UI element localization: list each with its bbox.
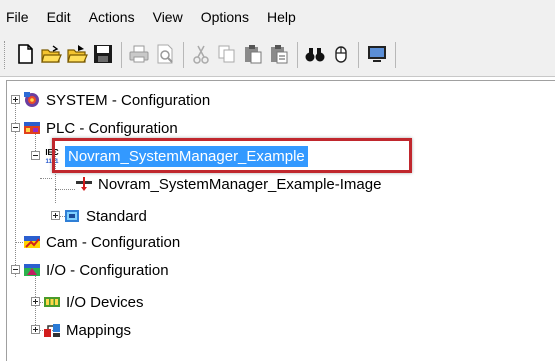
save-icon[interactable] — [92, 43, 114, 65]
tree-node-label: Novram_SystemManager_Example-Image — [98, 175, 382, 193]
toolbar-separator — [183, 42, 184, 68]
io-config-icon — [23, 261, 41, 279]
tree-node-label: I/O Devices — [66, 293, 144, 311]
mouse-icon[interactable] — [330, 43, 352, 65]
tree-node-system[interactable]: SYSTEM - Configuration — [23, 87, 210, 113]
menu-edit[interactable]: Edit — [38, 0, 80, 34]
toolbar-separator — [121, 42, 122, 68]
configuration-tree[interactable]: SYSTEM - Configuration PLC - Configurati… — [6, 80, 555, 361]
system-config-icon — [23, 91, 41, 109]
tree-node-label: I/O - Configuration — [46, 261, 169, 279]
print-icon[interactable] — [128, 43, 150, 65]
tree-line — [55, 189, 75, 190]
find-icon[interactable] — [304, 43, 326, 65]
menu-view[interactable]: View — [144, 0, 192, 34]
open-folder-icon[interactable] — [40, 43, 62, 65]
cut-icon[interactable] — [190, 43, 212, 65]
tree-node-standard[interactable]: Standard — [63, 203, 147, 229]
tree-node-cam[interactable]: Cam - Configuration — [23, 229, 180, 255]
paste-icon[interactable] — [242, 43, 264, 65]
toolbar — [0, 34, 555, 77]
tree-node-mappings[interactable]: Mappings — [43, 317, 131, 343]
monitor-icon[interactable] — [366, 43, 388, 65]
menu-actions[interactable]: Actions — [80, 0, 144, 34]
expand-standard-button[interactable] — [51, 211, 60, 220]
tree-node-plc-image[interactable]: Novram_SystemManager_Example-Image — [75, 171, 381, 197]
copy-icon[interactable] — [216, 43, 238, 65]
tree-node-io-devices[interactable]: I/O Devices — [43, 289, 144, 315]
toolbar-grip[interactable] — [4, 41, 8, 69]
mappings-icon — [43, 321, 61, 339]
io-devices-icon — [43, 293, 61, 311]
menu-bar: File Edit Actions View Options Help — [0, 0, 555, 34]
open-project-icon[interactable] — [66, 43, 88, 65]
expand-system-button[interactable] — [11, 95, 20, 104]
plc-config-icon — [23, 119, 41, 137]
tree-node-io[interactable]: I/O - Configuration — [23, 257, 169, 283]
toolbar-separator — [297, 42, 298, 68]
collapse-plc-button[interactable] — [11, 123, 20, 132]
toolbar-separator — [358, 42, 359, 68]
collapse-io-button[interactable] — [11, 265, 20, 274]
paste-with-links-icon[interactable] — [268, 43, 290, 65]
tree-node-label: Mappings — [66, 321, 132, 339]
tree-node-label: Standard — [86, 207, 147, 225]
menu-file[interactable]: File — [0, 0, 38, 34]
toolbar-separator — [395, 42, 396, 68]
highlight-annotation — [52, 138, 412, 173]
tree-line — [40, 178, 52, 179]
process-image-icon — [75, 175, 93, 193]
menu-help[interactable]: Help — [258, 0, 305, 34]
menu-options[interactable]: Options — [192, 0, 258, 34]
new-file-icon[interactable] — [14, 43, 36, 65]
tree-node-label: PLC - Configuration — [46, 119, 178, 137]
collapse-plc-project-button[interactable] — [31, 151, 40, 160]
cam-config-icon — [23, 233, 41, 251]
expand-mappings-button[interactable] — [31, 325, 40, 334]
tree-node-label: Cam - Configuration — [46, 233, 181, 251]
task-icon — [63, 207, 81, 225]
tree-node-label: SYSTEM - Configuration — [46, 91, 211, 109]
expand-io-devices-button[interactable] — [31, 297, 40, 306]
print-preview-icon[interactable] — [154, 43, 176, 65]
